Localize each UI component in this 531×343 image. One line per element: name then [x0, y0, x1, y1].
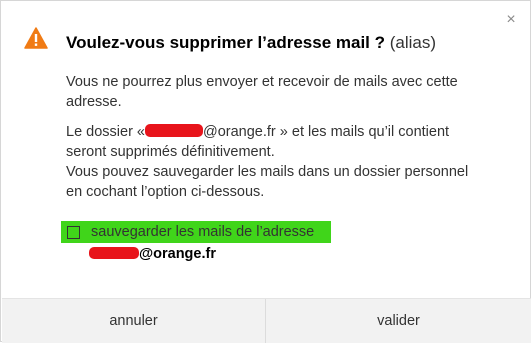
folder-text-prefix: Le dossier « [66, 124, 145, 140]
dialog-footer: annuler valider [2, 298, 531, 343]
redacted-username [145, 124, 203, 137]
alias-email-domain: @orange.fr [139, 246, 216, 262]
folder-email-domain: @orange.fr [203, 124, 276, 140]
validate-button[interactable]: valider [266, 299, 531, 343]
dialog-title: Voulez-vous supprimer l’adresse mail ? (… [66, 33, 436, 53]
dialog-title-main: Voulez-vous supprimer l’adresse mail ? [66, 33, 386, 52]
dialog-title-sub: (alias) [389, 33, 437, 52]
warning-paragraph: Vous ne pourrez plus envoyer et recevoir… [66, 74, 458, 110]
alias-email: @orange.fr [89, 246, 216, 262]
save-mails-checkbox[interactable] [67, 226, 80, 239]
save-mails-checkbox-row[interactable]: sauvegarder les mails de l’adresse [61, 221, 331, 243]
cancel-button[interactable]: annuler [2, 299, 265, 343]
folder-deletion-paragraph: Le dossier «@orange.fr » et les mails qu… [66, 122, 486, 202]
close-icon[interactable]: × [504, 12, 518, 28]
redacted-username [89, 247, 139, 259]
save-mails-checkbox-label[interactable]: sauvegarder les mails de l’adresse [91, 224, 314, 240]
save-hint-text: Vous pouvez sauvegarder les mails dans u… [66, 164, 469, 200]
delete-alias-dialog: × Voulez-vous supprimer l’adresse mail ?… [0, 0, 531, 343]
warning-triangle-icon [24, 27, 48, 49]
